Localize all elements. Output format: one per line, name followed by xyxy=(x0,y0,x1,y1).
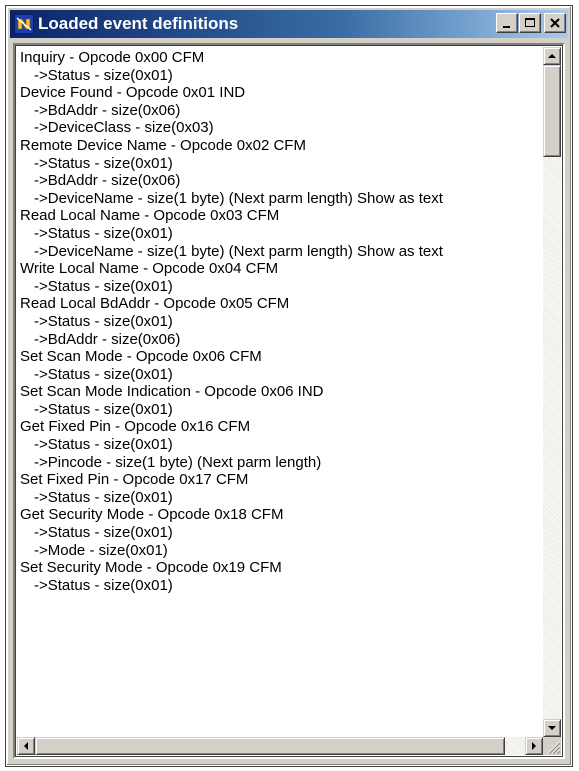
parameter-line[interactable]: ->Pincode - size(1 byte) (Next parm leng… xyxy=(20,454,543,472)
parameter-line[interactable]: ->DeviceClass - size(0x03) xyxy=(20,119,543,137)
arrow-up-icon xyxy=(548,54,556,58)
horizontal-scrollbar[interactable] xyxy=(17,737,543,755)
parameter-line[interactable]: ->BdAddr - size(0x06) xyxy=(20,102,543,120)
event-line[interactable]: Read Local Name - Opcode 0x03 CFM xyxy=(20,207,543,225)
parameter-line[interactable]: ->Status - size(0x01) xyxy=(20,524,543,542)
horizontal-scroll-thumb[interactable] xyxy=(35,737,505,755)
vertical-scroll-thumb[interactable] xyxy=(543,65,561,157)
arrow-left-icon xyxy=(24,742,28,750)
parameter-line[interactable]: ->Status - size(0x01) xyxy=(20,225,543,243)
parameter-line[interactable]: ->Status - size(0x01) xyxy=(20,366,543,384)
maximize-button[interactable] xyxy=(519,13,541,33)
parameter-line[interactable]: ->Status - size(0x01) xyxy=(20,155,543,173)
title-bar[interactable]: Loaded event definitions xyxy=(10,10,568,38)
app-icon[interactable] xyxy=(14,14,34,34)
list-box[interactable]: Inquiry - Opcode 0x00 CFM ->Status - size… xyxy=(13,43,565,759)
parameter-line[interactable]: ->Status - size(0x01) xyxy=(20,278,543,296)
parameter-line[interactable]: ->Status - size(0x01) xyxy=(20,436,543,454)
arrow-down-icon xyxy=(548,726,556,730)
event-line[interactable]: Remote Device Name - Opcode 0x02 CFM xyxy=(20,137,543,155)
scroll-right-button[interactable] xyxy=(525,737,543,755)
parameter-line[interactable]: ->BdAddr - size(0x06) xyxy=(20,172,543,190)
event-definitions-window: Loaded event definitions Inquiry - Opcod… xyxy=(5,5,573,767)
event-line[interactable]: Set Scan Mode Indication - Opcode 0x06 I… xyxy=(20,383,543,401)
vertical-scrollbar[interactable] xyxy=(543,47,561,737)
parameter-line[interactable]: ->Status - size(0x01) xyxy=(20,67,543,85)
parameter-line[interactable]: ->Status - size(0x01) xyxy=(20,489,543,507)
window-title: Loaded event definitions xyxy=(38,14,239,33)
event-line[interactable]: Get Fixed Pin - Opcode 0x16 CFM xyxy=(20,418,543,436)
scroll-up-button[interactable] xyxy=(543,47,561,65)
size-grip[interactable] xyxy=(543,737,561,755)
parameter-line[interactable]: ->Status - size(0x01) xyxy=(20,401,543,419)
parameter-line[interactable]: ->BdAddr - size(0x06) xyxy=(20,331,543,349)
event-line[interactable]: Read Local BdAddr - Opcode 0x05 CFM xyxy=(20,295,543,313)
event-line[interactable]: Write Local Name - Opcode 0x04 CFM xyxy=(20,260,543,278)
arrow-right-icon xyxy=(532,742,536,750)
event-line[interactable]: Set Scan Mode - Opcode 0x06 CFM xyxy=(20,348,543,366)
event-line[interactable]: Device Found - Opcode 0x01 IND xyxy=(20,84,543,102)
scroll-left-button[interactable] xyxy=(17,737,35,755)
minimize-icon xyxy=(503,26,510,28)
event-line[interactable]: Set Fixed Pin - Opcode 0x17 CFM xyxy=(20,471,543,489)
parameter-line[interactable]: ->Mode - size(0x01) xyxy=(20,542,543,560)
parameter-line[interactable]: ->Status - size(0x01) xyxy=(20,313,543,331)
scroll-down-button[interactable] xyxy=(543,719,561,737)
minimize-button[interactable] xyxy=(496,13,518,33)
event-line[interactable]: Set Security Mode - Opcode 0x19 CFM xyxy=(20,559,543,577)
close-icon xyxy=(550,18,560,28)
parameter-line[interactable]: ->DeviceName - size(1 byte) (Next parm l… xyxy=(20,190,543,208)
event-line[interactable]: Inquiry - Opcode 0x00 CFM xyxy=(20,49,543,67)
parameter-line[interactable]: ->DeviceName - size(1 byte) (Next parm l… xyxy=(20,243,543,261)
event-line[interactable]: Get Security Mode - Opcode 0x18 CFM xyxy=(20,506,543,524)
resize-grip-icon xyxy=(547,741,561,755)
maximize-icon xyxy=(525,18,535,27)
close-button[interactable] xyxy=(544,13,566,33)
event-definitions-list[interactable]: Inquiry - Opcode 0x00 CFM ->Status - size… xyxy=(17,47,543,737)
parameter-line[interactable]: ->Status - size(0x01) xyxy=(20,577,543,595)
